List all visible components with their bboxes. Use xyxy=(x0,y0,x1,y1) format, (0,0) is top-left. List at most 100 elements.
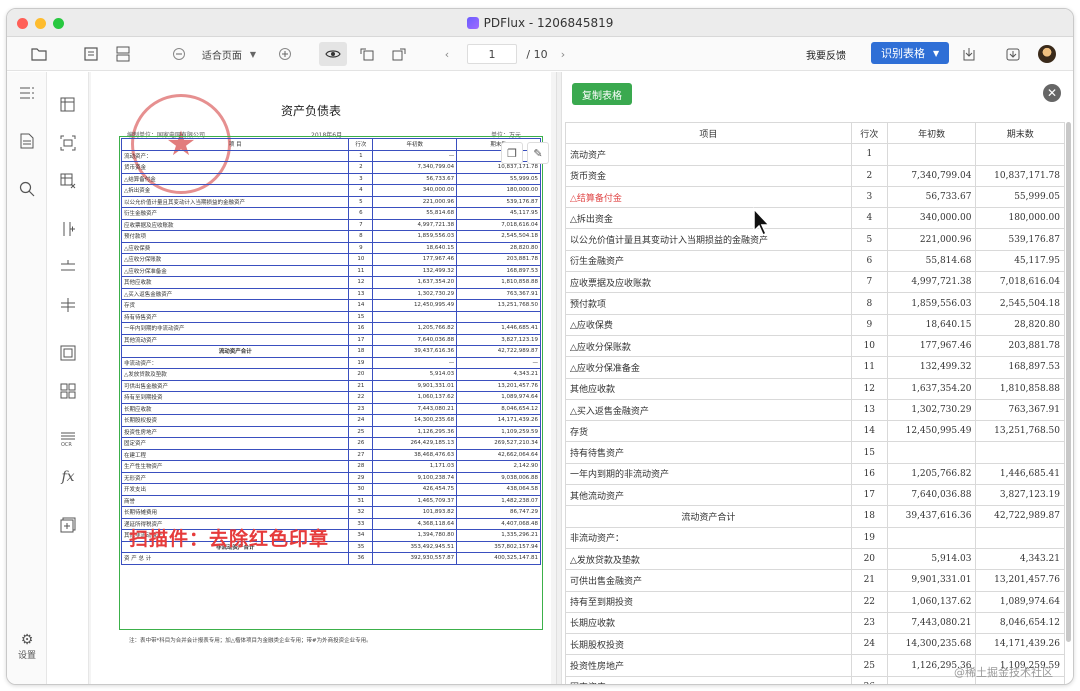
result-cell-begin[interactable]: 18,640.15 xyxy=(886,313,977,336)
result-cell-line[interactable]: 8 xyxy=(850,292,888,315)
prev-page-button[interactable]: ‹ xyxy=(441,44,453,64)
result-scrollbar[interactable] xyxy=(1066,122,1071,642)
result-cell-begin[interactable]: 12,450,995.49 xyxy=(886,420,977,443)
result-cell-line[interactable]: 23 xyxy=(850,611,888,635)
grid-icon[interactable] xyxy=(59,382,77,400)
folder-icon[interactable] xyxy=(29,44,49,64)
export-icon[interactable] xyxy=(959,44,979,64)
result-cell-begin[interactable]: 177,967.46 xyxy=(886,334,977,358)
result-header-cell[interactable]: 期末数 xyxy=(975,121,1065,145)
result-cell-line[interactable]: 20 xyxy=(850,547,888,571)
document-viewer[interactable]: ★ 资产负债表 编制单位：国家电网有限公司 2018年6月 单位：万元 项 目行… xyxy=(89,72,556,684)
result-cell-end[interactable]: 28,820.80 xyxy=(975,313,1065,336)
result-cell-name[interactable]: 货币资金 xyxy=(565,164,852,187)
result-cell-name[interactable]: 持有至到期投资 xyxy=(565,590,852,613)
result-header-cell[interactable]: 年初数 xyxy=(886,121,977,145)
zoom-window-button[interactable] xyxy=(53,18,64,29)
result-cell-begin[interactable]: 9,901,331.01 xyxy=(886,569,977,592)
recognize-table-button[interactable]: 识别表格 ▼ xyxy=(871,42,950,64)
result-cell-begin[interactable]: 4,997,721.38 xyxy=(886,271,977,294)
search-icon[interactable] xyxy=(18,180,36,198)
result-cell-name[interactable]: 可供出售金融资产 xyxy=(565,569,852,592)
result-cell-line[interactable]: 13 xyxy=(850,398,888,422)
result-cell-begin[interactable]: 340,000.00 xyxy=(886,207,977,230)
table-select-icon[interactable] xyxy=(59,96,77,114)
result-cell-begin[interactable]: 1,637,354.20 xyxy=(886,377,977,400)
result-cell-end[interactable]: 45,117.95 xyxy=(975,249,1065,273)
result-cell-begin[interactable]: 221,000.96 xyxy=(886,228,977,251)
single-page-view-icon[interactable] xyxy=(81,44,101,64)
split-cell-icon[interactable] xyxy=(59,296,77,314)
result-cell-end[interactable]: 13,251,768.50 xyxy=(975,420,1065,443)
result-cell-end[interactable]: 1,089,974.64 xyxy=(975,590,1065,613)
result-cell-begin[interactable]: 7,443,080.21 xyxy=(886,611,977,635)
result-cell-end[interactable]: 763,367.91 xyxy=(975,398,1065,422)
result-cell-name[interactable]: △买入返售金融资产 xyxy=(565,398,852,422)
result-cell-line[interactable]: 24 xyxy=(850,633,888,656)
result-cell-line[interactable]: 22 xyxy=(850,590,888,613)
add-page-icon[interactable] xyxy=(59,516,77,534)
outline-icon[interactable] xyxy=(18,84,36,102)
result-cell-end[interactable]: 10,837,171.78 xyxy=(975,164,1065,187)
result-cell-name[interactable]: 应收票据及应收账款 xyxy=(565,271,852,294)
result-cell-begin[interactable]: 7,640,036.88 xyxy=(886,484,977,507)
result-cell-name[interactable]: 存货 xyxy=(565,420,852,443)
result-cell-line[interactable]: 16 xyxy=(850,462,888,486)
result-cell-end[interactable]: 1,810,858.88 xyxy=(975,377,1065,400)
result-cell-line[interactable]: 1 xyxy=(850,143,888,166)
result-cell-name[interactable]: 流动资产 xyxy=(565,143,852,166)
zoom-in-button[interactable] xyxy=(277,44,293,64)
result-cell-begin[interactable] xyxy=(886,441,977,464)
result-cell-name[interactable]: 流动资产合计 xyxy=(565,505,852,528)
result-cell-line[interactable]: 25 xyxy=(850,654,888,677)
result-cell-name[interactable]: 持有待售资产 xyxy=(565,441,852,464)
result-cell-begin[interactable]: 1,302,730.29 xyxy=(886,398,977,422)
download-icon[interactable] xyxy=(1003,44,1023,64)
result-cell-line[interactable]: 17 xyxy=(850,484,888,507)
delete-table-icon[interactable] xyxy=(59,172,77,190)
result-cell-begin[interactable]: 7,340,799.04 xyxy=(886,164,977,187)
rotate-right-icon[interactable] xyxy=(389,44,409,64)
close-window-button[interactable] xyxy=(17,18,28,29)
result-cell-name[interactable]: △结算备付金 xyxy=(565,185,852,209)
result-cell-begin[interactable]: 1,859,556.03 xyxy=(886,292,977,315)
screenshot-table-icon[interactable] xyxy=(59,134,77,152)
rotate-left-icon[interactable] xyxy=(357,44,377,64)
result-cell-begin[interactable]: 14,300,235.68 xyxy=(886,633,977,656)
result-cell-name[interactable]: 其他流动资产 xyxy=(565,484,852,507)
document-icon[interactable] xyxy=(18,132,36,150)
close-icon[interactable]: ✕ xyxy=(1043,84,1061,102)
result-cell-name[interactable]: 其他应收款 xyxy=(565,377,852,400)
result-cell-line[interactable]: 15 xyxy=(850,441,888,464)
insert-row-icon[interactable] xyxy=(59,258,77,276)
result-cell-begin[interactable]: 1,060,137.62 xyxy=(886,590,977,613)
result-cell-line[interactable]: 19 xyxy=(850,526,888,549)
insert-column-icon[interactable] xyxy=(59,220,77,238)
result-cell-line[interactable]: 4 xyxy=(850,207,888,230)
copy-icon[interactable]: ❐ xyxy=(501,142,523,164)
result-cell-end[interactable]: 1,446,685.41 xyxy=(975,462,1065,486)
result-cell-name[interactable]: △应收分保账款 xyxy=(565,334,852,358)
result-cell-end[interactable]: 2,545,504.18 xyxy=(975,292,1065,315)
result-cell-begin[interactable]: 1,205,766.82 xyxy=(886,462,977,486)
result-cell-line[interactable]: 11 xyxy=(850,356,888,379)
result-cell-name[interactable]: 投资性房地产 xyxy=(565,654,852,677)
result-cell-name[interactable]: 预付款项 xyxy=(565,292,852,315)
result-cell-name[interactable]: 非流动资产： xyxy=(565,526,852,549)
zoom-out-button[interactable] xyxy=(171,44,187,64)
result-cell-end[interactable] xyxy=(975,526,1065,549)
result-cell-end[interactable]: 3,827,123.19 xyxy=(975,484,1065,507)
result-cell-end[interactable]: 8,046,654.12 xyxy=(975,611,1065,635)
result-cell-name[interactable]: △应收保费 xyxy=(565,313,852,336)
copy-table-button[interactable]: 复制表格 xyxy=(572,83,632,105)
next-page-button[interactable]: › xyxy=(557,44,569,64)
result-cell-end[interactable] xyxy=(975,143,1065,166)
result-cell-line[interactable]: 12 xyxy=(850,377,888,400)
result-cell-line[interactable]: 18 xyxy=(850,505,888,528)
result-cell-end[interactable]: 180,000.00 xyxy=(975,207,1065,230)
result-cell-line[interactable]: 3 xyxy=(850,185,888,209)
result-cell-begin[interactable]: 56,733.67 xyxy=(886,185,977,209)
result-cell-name[interactable]: △应收分保准备金 xyxy=(565,356,852,379)
result-cell-name[interactable]: 一年内到期的非流动资产 xyxy=(565,462,852,486)
result-cell-begin[interactable]: 5,914.03 xyxy=(886,547,977,571)
